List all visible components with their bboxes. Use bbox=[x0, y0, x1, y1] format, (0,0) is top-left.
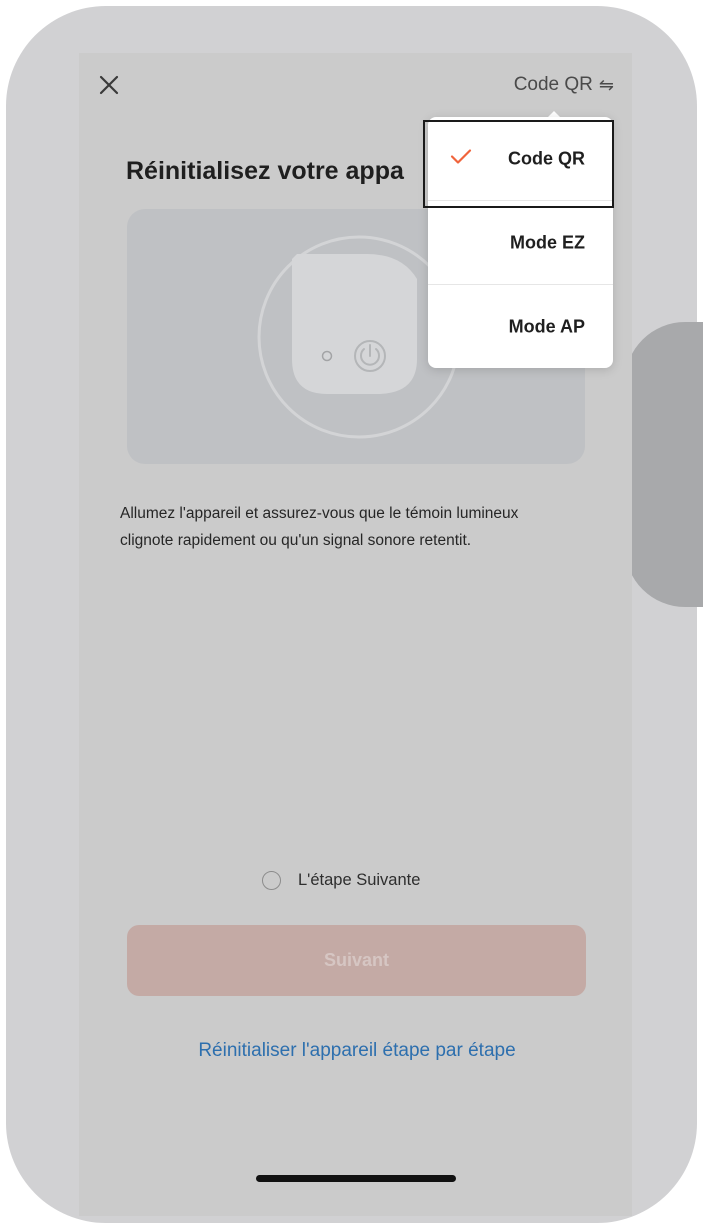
checkbox-radio-icon[interactable] bbox=[262, 871, 281, 890]
mode-dropdown-menu: Code QR Mode EZ Mode AP bbox=[428, 117, 613, 368]
mode-switch-button[interactable]: Code QR ⇋ bbox=[514, 74, 614, 96]
side-panel bbox=[625, 322, 703, 607]
menu-item-mode-ap[interactable]: Mode AP bbox=[428, 285, 613, 368]
close-button[interactable] bbox=[97, 73, 121, 97]
next-button[interactable]: Suivant bbox=[127, 925, 586, 996]
instructions-text: Allumez l'appareil et assurez-vous que l… bbox=[120, 505, 519, 549]
menu-item-label: Mode EZ bbox=[510, 232, 585, 252]
close-icon bbox=[99, 75, 119, 95]
page-title: Réinitialisez votre appa bbox=[126, 157, 404, 185]
menu-item-label: Mode AP bbox=[508, 316, 585, 336]
menu-item-label: Code QR bbox=[507, 148, 585, 168]
reset-step-by-step-link[interactable]: Réinitialiser l'appareil étape par étape bbox=[79, 1040, 632, 1062]
mode-switch-label: Code QR bbox=[513, 74, 593, 95]
menu-item-mode-ez[interactable]: Mode EZ bbox=[428, 201, 613, 284]
menu-item-code-qr[interactable]: Code QR bbox=[428, 117, 613, 200]
next-step-checkbox[interactable]: L'étape Suivante bbox=[262, 871, 420, 890]
next-step-label: L'étape Suivante bbox=[298, 871, 421, 889]
swap-icon: ⇋ bbox=[598, 74, 614, 95]
checkmark-icon bbox=[450, 148, 472, 169]
home-indicator bbox=[256, 1175, 456, 1182]
